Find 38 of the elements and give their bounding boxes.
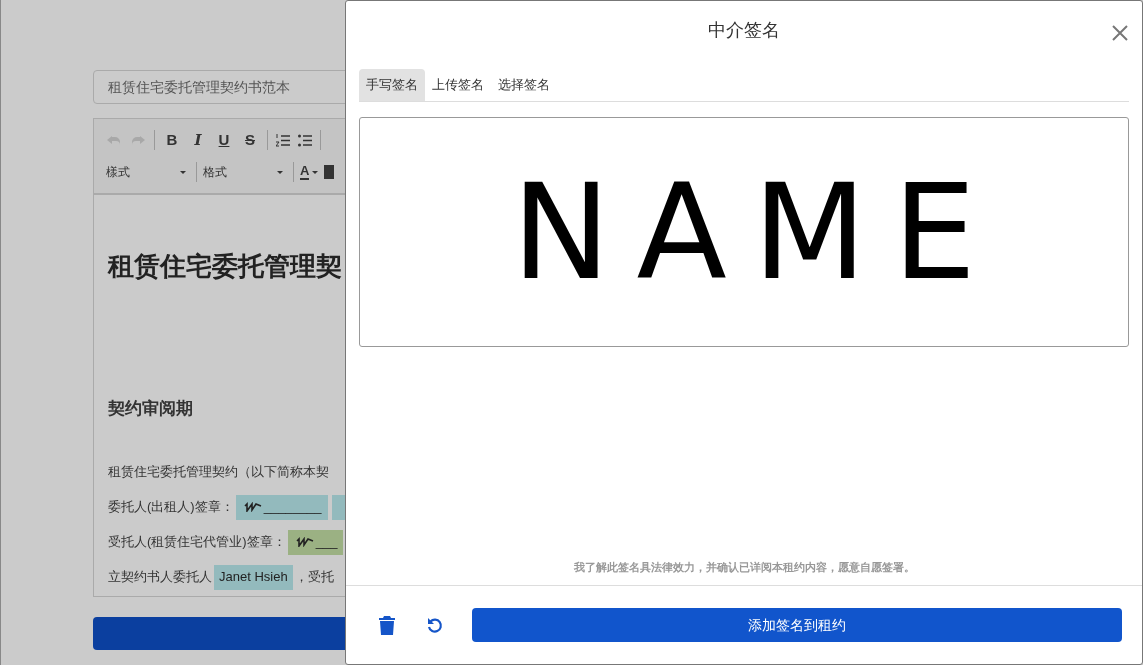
handwritten-signature: NAME xyxy=(511,166,1003,298)
select-value: 租赁住宅委托管理契约书范本 xyxy=(108,77,290,97)
document-title: 租赁住宅委托管理契 xyxy=(108,250,343,283)
section-heading: 契约审阅期 xyxy=(108,398,194,420)
signature-icon xyxy=(295,537,314,547)
strike-button[interactable]: S xyxy=(241,128,259,152)
bold-button[interactable]: B xyxy=(163,128,181,152)
document-text: 委托人(出租人)签章： xyxy=(108,498,234,517)
underline-button[interactable]: U xyxy=(215,128,233,152)
caret-icon xyxy=(277,170,283,174)
signature-pad[interactable]: NAME xyxy=(359,117,1129,347)
numbered-list-icon[interactable] xyxy=(276,133,290,147)
caret-icon xyxy=(312,170,319,174)
bullet-list-icon[interactable] xyxy=(298,133,312,147)
signature-icon xyxy=(243,502,262,512)
legal-notice: 我了解此签名具法律效力，并确认已详阅本租约内容，愿意自愿签署。 xyxy=(572,559,916,575)
signature-field: ________ xyxy=(235,494,328,520)
signature-field: ___ xyxy=(287,529,344,555)
tab[interactable]: 选择签名 xyxy=(491,69,557,101)
close-icon[interactable] xyxy=(1112,25,1128,41)
document-text: 租赁住宅委托管理契约（以下简称本契 xyxy=(108,463,329,482)
document-text: 受托人(租赁住宅代管业)签章： xyxy=(108,533,286,552)
caret-icon xyxy=(180,170,186,174)
submit-button[interactable]: 添加签名到租约 xyxy=(472,608,1122,642)
text-color-button[interactable]: A xyxy=(300,164,319,180)
tab[interactable]: 手写签名 xyxy=(359,69,425,101)
dialog-title: 中介签名 xyxy=(708,18,780,42)
undo-icon xyxy=(426,616,444,634)
tab[interactable]: 上传签名 xyxy=(425,69,491,101)
highlight-icon[interactable] xyxy=(324,165,335,179)
filled-field: Janet Hsieh xyxy=(214,564,293,590)
document-text: ，受托 xyxy=(294,568,334,587)
template-select[interactable]: 租赁住宅委托管理契约书范本 xyxy=(93,70,345,104)
style-dropdown[interactable]: 樣式 xyxy=(106,163,190,181)
italic-button[interactable]: I xyxy=(189,128,207,152)
document-text: 立契约书人委托人 xyxy=(108,568,212,587)
style-dropdown[interactable]: 格式 xyxy=(203,163,287,181)
trash-icon xyxy=(379,615,395,635)
